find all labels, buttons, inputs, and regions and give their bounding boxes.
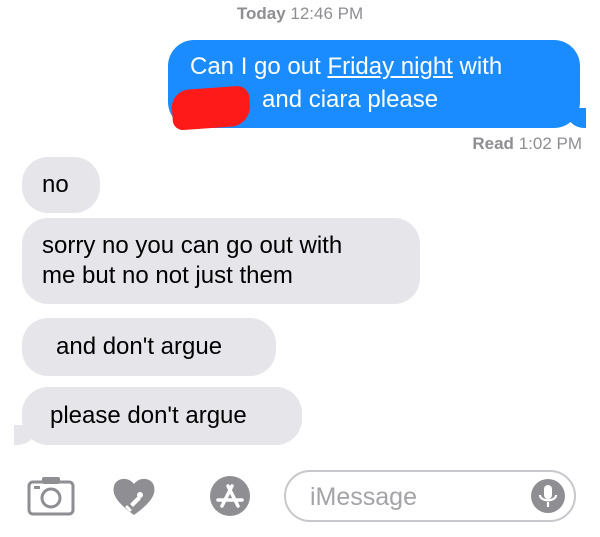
outgoing-bubble-tail xyxy=(566,108,586,128)
read-label: Read xyxy=(472,134,514,153)
conversation-timestamp: Today 12:46 PM xyxy=(0,4,600,24)
incoming-message-bubble[interactable]: no xyxy=(22,157,100,213)
message-input-placeholder: iMessage xyxy=(310,483,417,511)
read-receipt: Read 1:02 PM xyxy=(472,134,582,154)
microphone-icon[interactable] xyxy=(530,478,566,514)
outgoing-message-line-2: and ciara please xyxy=(262,86,439,113)
incoming-message-text: please don't argue xyxy=(50,402,247,429)
camera-icon[interactable] xyxy=(26,474,78,518)
outgoing-text-pre: Can I go out xyxy=(190,53,328,80)
redaction-scribble xyxy=(170,85,252,131)
incoming-bubble-tail xyxy=(14,425,36,445)
outgoing-message-bubble[interactable]: Can I go out Friday night with and ciara… xyxy=(168,40,580,131)
incoming-message-bubble[interactable]: please don't argue xyxy=(22,387,302,445)
incoming-message-text: me but no not just them xyxy=(42,262,293,289)
incoming-message-text: sorry no you can go out with xyxy=(42,232,343,259)
incoming-message-text: and don't argue xyxy=(56,333,223,360)
messages-screen: Today 12:46 PM Can I go out Friday night… xyxy=(0,0,600,537)
outgoing-message-line-1: Can I go out Friday night with xyxy=(190,50,502,83)
incoming-message-text: no xyxy=(42,171,69,198)
date-link[interactable]: Friday night xyxy=(327,53,452,80)
timestamp-time: 12:46 PM xyxy=(290,4,364,23)
outgoing-text-post: with xyxy=(452,53,503,80)
incoming-message-bubble[interactable]: and don't argue xyxy=(22,318,276,376)
digital-touch-heart-icon[interactable] xyxy=(108,474,160,518)
incoming-message-bubble[interactable]: sorry no you can go out with me but no n… xyxy=(22,218,420,304)
read-time: 1:02 PM xyxy=(518,134,582,153)
message-input[interactable]: iMessage xyxy=(284,470,576,522)
timestamp-day: Today xyxy=(236,4,286,23)
app-store-icon[interactable] xyxy=(204,474,256,518)
